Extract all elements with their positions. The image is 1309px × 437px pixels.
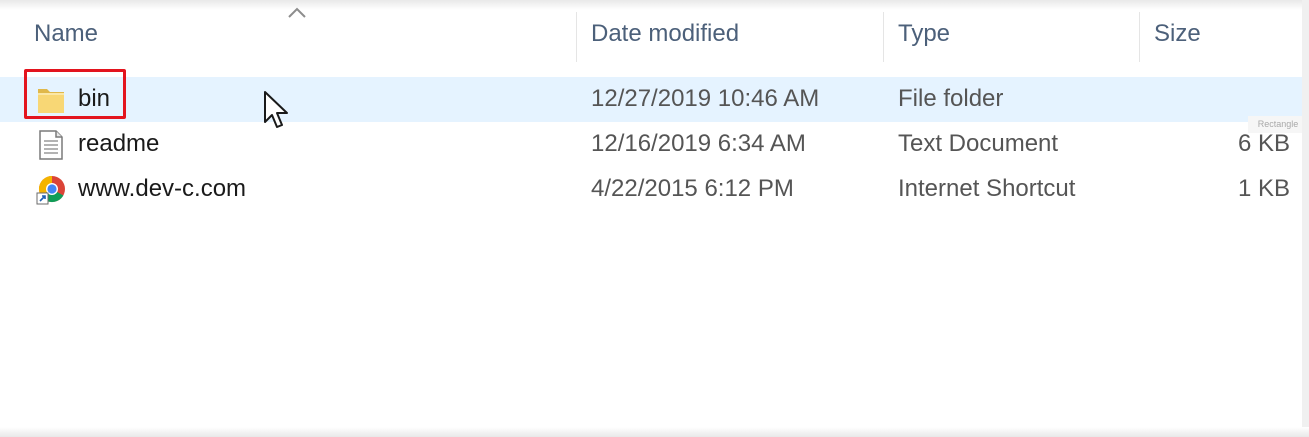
annotation-highlight-box	[24, 69, 126, 119]
mouse-pointer-icon	[264, 91, 288, 128]
column-header-size[interactable]: Size	[1154, 20, 1201, 48]
text-document-icon	[39, 130, 63, 160]
file-date-modified: 12/27/2019 10:46 AM	[591, 85, 820, 112]
chrome-shortcut-icon	[36, 175, 65, 205]
file-type: File folder	[898, 85, 1004, 112]
file-row-bin[interactable]: bin 12/27/2019 10:46 AM File folder	[0, 77, 1302, 122]
bottom-edge-shadow	[0, 427, 1309, 437]
file-size: 1 KB	[1237, 175, 1290, 202]
file-list-view: Name Date modified Type Size bin 12/27/2…	[0, 0, 1309, 437]
scrollbar-track[interactable]	[1302, 0, 1309, 437]
annotation-rectangle-tag: Rectangle	[1248, 116, 1308, 133]
column-divider[interactable]	[883, 12, 884, 62]
file-date-modified: 12/16/2019 6:34 AM	[591, 130, 806, 157]
column-header-bar: Name Date modified Type Size	[0, 0, 1309, 70]
sort-ascending-icon	[288, 7, 306, 18]
column-header-name[interactable]: Name	[34, 20, 98, 48]
file-name[interactable]: www.dev-c.com	[78, 175, 246, 203]
file-size: 6 KB	[1237, 130, 1290, 157]
file-date-modified: 4/22/2015 6:12 PM	[591, 175, 794, 202]
file-row-readme[interactable]: readme 12/16/2019 6:34 AM Text Document …	[0, 122, 1302, 167]
column-header-type[interactable]: Type	[898, 20, 950, 48]
column-divider[interactable]	[1139, 12, 1140, 62]
column-header-date-modified[interactable]: Date modified	[591, 20, 739, 48]
file-row-dev-c-shortcut[interactable]: www.dev-c.com 4/22/2015 6:12 PM Internet…	[0, 167, 1302, 212]
column-divider[interactable]	[576, 12, 577, 62]
file-type: Text Document	[898, 130, 1059, 157]
file-name[interactable]: readme	[78, 130, 159, 158]
file-type: Internet Shortcut	[898, 175, 1076, 202]
